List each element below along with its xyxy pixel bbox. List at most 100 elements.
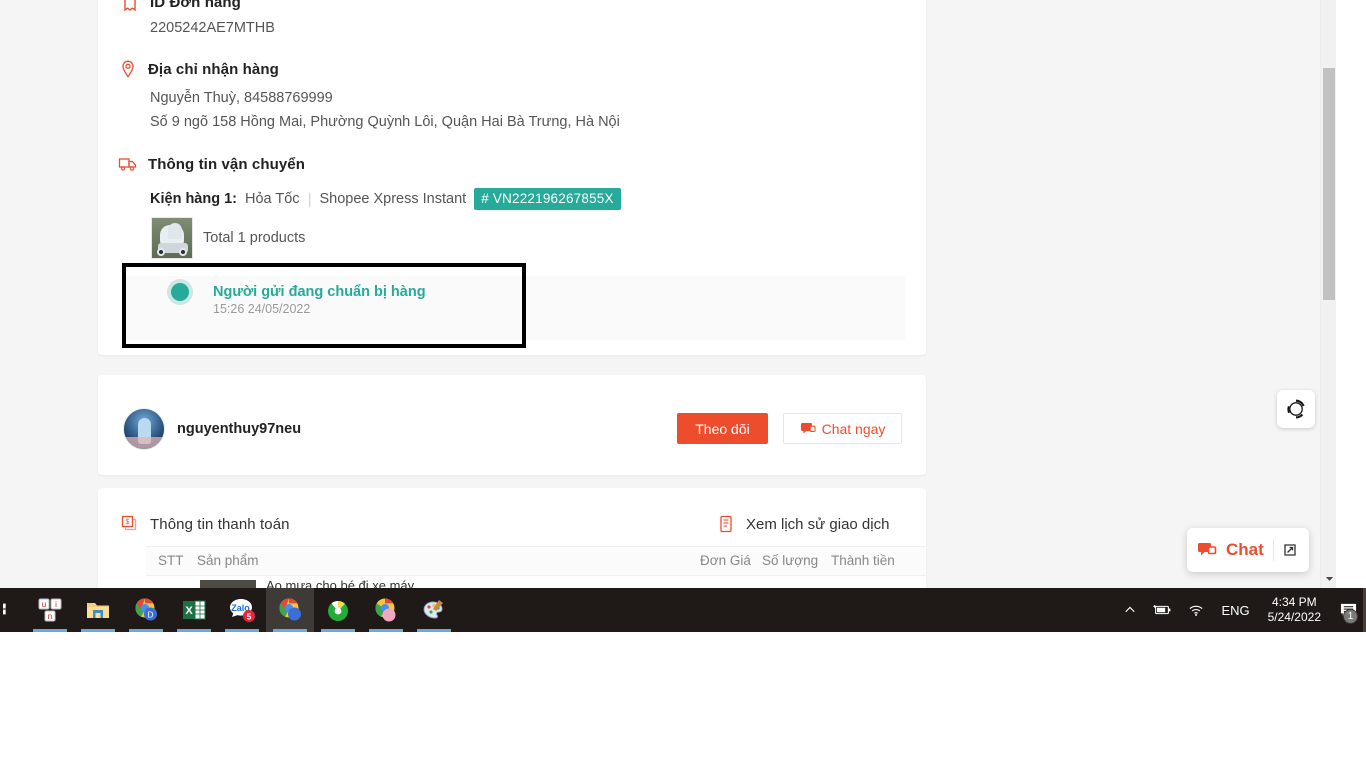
chrome-icon — [372, 596, 400, 624]
svg-text:u: u — [42, 600, 46, 609]
desktop-empty-area — [0, 632, 1366, 768]
language-indicator[interactable]: ENG — [1213, 603, 1257, 618]
truck-icon — [118, 154, 138, 174]
chat-widget-label: Chat — [1226, 540, 1264, 559]
address-header: Địa chỉ nhận hàng — [118, 59, 279, 79]
chrome-icon: D — [132, 596, 160, 624]
notification-center-button[interactable]: 1 — [1331, 588, 1366, 632]
payment-title: Thông tin thanh toán — [150, 515, 290, 533]
column-header-product: Sản phẩm — [197, 553, 259, 568]
table-row[interactable]: Áo mưa cho bé đi xe máy — [200, 580, 620, 588]
start-button[interactable] — [0, 588, 26, 632]
excel-taskbar-button[interactable]: X — [170, 588, 218, 632]
zalo-taskbar-button[interactable]: Zalo 5 — [218, 588, 266, 632]
paint-icon — [420, 596, 448, 624]
document-icon — [716, 514, 736, 534]
browser-viewport: ID Đơn hàng 2205242AE7MTHB Địa chỉ nhận … — [0, 0, 1366, 588]
status-dot-icon — [171, 283, 189, 301]
thumbnail-wheel-rear — [179, 248, 187, 256]
unikey-taskbar-button[interactable]: u i n — [26, 588, 74, 632]
coccoc-icon — [324, 596, 352, 624]
chrome-taskbar-button-pink[interactable] — [362, 588, 410, 632]
scrollbar-thumb[interactable] — [1323, 68, 1335, 300]
coccoc-taskbar-button[interactable] — [314, 588, 362, 632]
column-header-stt: STT — [158, 553, 184, 568]
chrome-icon — [276, 596, 304, 624]
chat-now-button[interactable]: Chat ngay — [783, 413, 902, 444]
shop-avatar[interactable] — [123, 408, 165, 450]
svg-text:D: D — [148, 611, 154, 620]
svg-text:X: X — [185, 605, 193, 617]
total-products-text: Total 1 products — [203, 230, 306, 246]
taskbar: u i n D X Zalo 5 ENG 4:34 PM 5/24/2022 1 — [0, 588, 1366, 632]
shop-name[interactable]: nguyenthuy97neu — [177, 421, 301, 437]
svg-text:$: $ — [126, 519, 130, 526]
widget-divider — [1272, 539, 1274, 561]
zalo-icon: Zalo 5 — [228, 596, 256, 624]
payment-header: $ Thông tin thanh toán — [120, 514, 290, 534]
system-tray: ENG 4:34 PM 5/24/2022 1 — [1116, 588, 1366, 632]
battery-icon[interactable] — [1144, 588, 1180, 632]
paint-taskbar-button[interactable] — [410, 588, 458, 632]
chat-widget[interactable]: Chat — [1187, 528, 1309, 572]
avatar-foreground — [124, 437, 164, 449]
thumbnail-wheel-front — [157, 248, 165, 256]
unikey-icon: u i n — [36, 596, 64, 624]
svg-text:n: n — [48, 612, 52, 621]
svg-text:5: 5 — [247, 612, 252, 622]
separator: | — [307, 190, 312, 208]
window-right-edge — [1336, 0, 1366, 588]
file-explorer-taskbar-button[interactable] — [74, 588, 122, 632]
order-id-value: 2205242AE7MTHB — [150, 20, 275, 36]
windows-icon — [0, 600, 23, 620]
folder-icon — [84, 596, 112, 624]
shipping-service: Hỏa Tốc — [245, 191, 300, 207]
clock-date: 5/24/2022 — [1267, 610, 1321, 624]
show-hidden-icons-button[interactable] — [1116, 588, 1144, 632]
screen: ID Đơn hàng 2205242AE7MTHB Địa chỉ nhận … — [0, 0, 1366, 768]
package-label: Kiện hàng 1: — [150, 191, 238, 207]
receipt-icon — [120, 0, 140, 12]
excel-icon: X — [181, 597, 207, 623]
chrome-taskbar-button-active[interactable] — [266, 588, 314, 632]
location-pin-icon — [118, 59, 138, 79]
expand-icon[interactable] — [1281, 541, 1299, 559]
column-header-total: Thành tiền — [831, 553, 895, 568]
transaction-history-link[interactable]: Xem lịch sử giao dịch — [716, 514, 889, 534]
address-label: Địa chỉ nhận hàng — [148, 60, 279, 78]
product-thumbnail[interactable] — [151, 217, 193, 259]
row-product-name: Áo mưa cho bé đi xe máy — [266, 580, 415, 588]
order-id-label: ID Đơn hàng — [150, 0, 241, 11]
scroll-down-arrow-icon[interactable] — [1321, 570, 1337, 586]
wifi-icon[interactable] — [1180, 588, 1213, 632]
taskbar-app-icons: u i n D X Zalo 5 — [0, 588, 458, 632]
package-line: Kiện hàng 1: Hỏa Tốc | Shopee Xpress Ins… — [150, 188, 621, 210]
chat-bubble-icon — [1197, 539, 1219, 561]
recipient-text: Nguyễn Thuỳ, 84588769999 — [150, 90, 333, 106]
follow-button[interactable]: Theo dõi — [677, 413, 768, 444]
tracking-code-badge[interactable]: # VN222196267855X — [474, 188, 621, 210]
thumbnail-rider-back — [168, 223, 182, 239]
chrome-taskbar-button-d[interactable]: D — [122, 588, 170, 632]
shipping-header: Thông tin vận chuyển — [118, 154, 305, 174]
vertical-scrollbar[interactable] — [1320, 0, 1336, 588]
tracking-status-title: Người gửi đang chuẩn bị hàng — [213, 284, 426, 300]
tracking-status-time: 15:26 24/05/2022 — [213, 302, 311, 316]
chat-bubble-icon — [800, 421, 816, 437]
invoice-icon: $ — [120, 514, 140, 534]
svg-text:i: i — [55, 600, 57, 609]
clock[interactable]: 4:34 PM 5/24/2022 — [1258, 595, 1331, 625]
carrier-name: Shopee Xpress Instant — [319, 191, 467, 207]
history-link-label: Xem lịch sử giao dịch — [746, 515, 890, 533]
loading-spinner-icon — [1286, 399, 1306, 419]
column-header-quantity: Số lượng — [762, 553, 819, 568]
loading-spinner-widget — [1277, 390, 1315, 428]
clock-time: 4:34 PM — [1271, 595, 1317, 609]
shipping-label: Thông tin vận chuyển — [148, 155, 306, 173]
row-thumbnail — [200, 580, 256, 588]
order-id-header: ID Đơn hàng — [120, 0, 241, 12]
column-header-price: Đơn Giá — [700, 553, 751, 568]
chat-now-label: Chat ngay — [821, 420, 886, 437]
notification-badge: 1 — [1343, 609, 1358, 624]
address-text: Số 9 ngõ 158 Hồng Mai, Phường Quỳnh Lôi,… — [150, 114, 620, 130]
